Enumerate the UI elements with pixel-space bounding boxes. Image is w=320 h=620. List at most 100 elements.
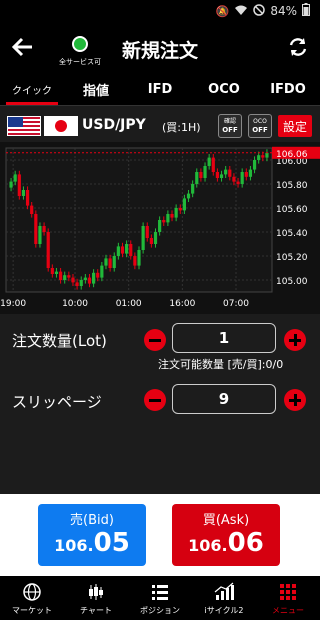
candle-body bbox=[191, 184, 195, 194]
nav-icycle-label: iサイクル2 bbox=[204, 606, 244, 615]
nav-position-label: ポジション bbox=[140, 606, 180, 615]
candle-body bbox=[203, 166, 207, 178]
slippage-plus-button[interactable] bbox=[284, 389, 306, 411]
candle-body bbox=[195, 172, 199, 184]
sell-bid-button[interactable]: 売(Bid) 106.05 bbox=[38, 504, 146, 566]
candle-body bbox=[257, 155, 261, 160]
nav-icycle[interactable]: iサイクル2 bbox=[192, 576, 256, 620]
candle-body bbox=[54, 271, 59, 274]
back-button[interactable] bbox=[10, 34, 36, 60]
list-icon bbox=[152, 585, 168, 600]
candle-body bbox=[30, 205, 34, 214]
candle-body bbox=[92, 272, 96, 284]
nav-market[interactable]: マーケット bbox=[0, 576, 64, 620]
candlestick-chart: 106.00105.80105.60105.40105.20105.0019:0… bbox=[0, 146, 320, 309]
candle-body bbox=[112, 256, 116, 268]
candle-body bbox=[63, 275, 67, 280]
wifi-icon bbox=[234, 4, 248, 19]
order-panel: 売(Bid) 106.05 買(Ask) 106.06 bbox=[0, 494, 320, 576]
tab-oco[interactable]: OCO bbox=[192, 74, 256, 105]
candle-body bbox=[174, 208, 178, 218]
nav-menu-label: メニュー bbox=[272, 606, 304, 615]
back-arrow-icon bbox=[11, 37, 32, 57]
candle-body bbox=[104, 258, 108, 266]
candle-body bbox=[207, 157, 211, 166]
quantity-minus-button[interactable] bbox=[144, 329, 166, 351]
candle-body bbox=[211, 157, 215, 172]
bar-chart-icon bbox=[214, 582, 234, 600]
connection-label: 全サービス可 bbox=[59, 58, 101, 66]
nav-position[interactable]: ポジション bbox=[128, 576, 192, 620]
plot-area bbox=[5, 147, 273, 293]
candle-body bbox=[79, 280, 83, 286]
candle-body bbox=[17, 174, 21, 196]
candle-body bbox=[145, 226, 149, 238]
confirm-toggle[interactable]: 確認 OFF bbox=[218, 114, 242, 138]
tab-ifdo[interactable]: IFDO bbox=[256, 74, 320, 105]
y-tick-label: 105.40 bbox=[276, 229, 308, 239]
nav-market-label: マーケット bbox=[12, 606, 52, 615]
tab-quick[interactable]: クイック bbox=[0, 74, 64, 105]
tab-ifd[interactable]: IFD bbox=[128, 74, 192, 105]
candle-body bbox=[67, 275, 71, 278]
app-header: 全サービス可 新規注文 bbox=[0, 22, 320, 74]
settings-button[interactable]: 設定 bbox=[278, 115, 312, 137]
price-chart[interactable]: 106.00 105.80 105.60 105.40 105.20 105.00 19:0… bbox=[0, 142, 320, 314]
currency-pair-name[interactable]: USD/JPY bbox=[82, 117, 146, 133]
candle-body bbox=[34, 214, 38, 244]
candle-body bbox=[170, 214, 174, 218]
order-type-tabs: クイック 指値 IFD OCO IFDO bbox=[0, 74, 320, 106]
y-tick-label: 105.00 bbox=[276, 277, 308, 287]
confirm-toggle-label: 確認 bbox=[223, 117, 236, 125]
bid-price-pips: 05 bbox=[93, 528, 130, 558]
candle-body bbox=[182, 198, 186, 211]
oco-toggle[interactable]: OCO OFF bbox=[248, 114, 272, 138]
status-bar: 🔕 84% bbox=[0, 0, 320, 22]
candle-body bbox=[83, 277, 87, 280]
status-dot-icon bbox=[72, 36, 88, 52]
quantity-label: 注文数量(Lot) bbox=[12, 332, 107, 350]
quantity-plus-button[interactable] bbox=[284, 329, 306, 351]
candle-body bbox=[75, 282, 79, 286]
refresh-icon bbox=[289, 38, 307, 56]
slippage-input[interactable]: 9 bbox=[172, 384, 276, 414]
grid-menu-icon bbox=[280, 584, 296, 600]
candle-body bbox=[162, 220, 166, 223]
slippage-label: スリッページ bbox=[12, 393, 102, 411]
x-tick-label: 19:00 bbox=[0, 299, 26, 309]
x-tick-label: 01:00 bbox=[116, 299, 142, 309]
buy-ask-button[interactable]: 買(Ask) 106.06 bbox=[172, 504, 280, 566]
candle-body bbox=[186, 193, 191, 199]
candle-body bbox=[129, 244, 133, 256]
us-flag-icon bbox=[7, 116, 41, 136]
candle-body bbox=[219, 174, 224, 178]
nav-chart[interactable]: チャート bbox=[64, 576, 128, 620]
candlestick-icon bbox=[89, 584, 103, 600]
current-price-label: 106.06 bbox=[276, 150, 308, 160]
candle-body bbox=[46, 232, 50, 268]
candle-body bbox=[236, 181, 240, 184]
candle-body bbox=[38, 226, 42, 244]
nav-menu[interactable]: メニュー bbox=[256, 576, 320, 620]
candle-body bbox=[228, 169, 232, 177]
quantity-input[interactable]: 1 bbox=[172, 323, 276, 353]
candle-body bbox=[108, 258, 112, 268]
page-title: 新規注文 bbox=[122, 40, 199, 62]
candle-body bbox=[141, 226, 145, 250]
ask-label: 買(Ask) bbox=[202, 513, 250, 528]
nav-chart-label: チャート bbox=[80, 606, 112, 615]
candle-body bbox=[87, 277, 92, 284]
slippage-minus-button[interactable] bbox=[144, 389, 166, 411]
confirm-toggle-value: OFF bbox=[222, 125, 238, 134]
candle-body bbox=[58, 271, 63, 280]
candle-body bbox=[224, 169, 228, 175]
candle-body bbox=[133, 256, 137, 266]
candle-body bbox=[244, 172, 248, 177]
refresh-button[interactable] bbox=[286, 35, 310, 59]
no-disturb-icon bbox=[253, 3, 266, 19]
candle-body bbox=[158, 220, 162, 232]
oco-toggle-value: OFF bbox=[252, 125, 268, 134]
candle-body bbox=[137, 250, 141, 266]
chart-timeframe[interactable]: (買:1H) bbox=[162, 119, 201, 135]
tab-limit[interactable]: 指値 bbox=[64, 74, 128, 105]
